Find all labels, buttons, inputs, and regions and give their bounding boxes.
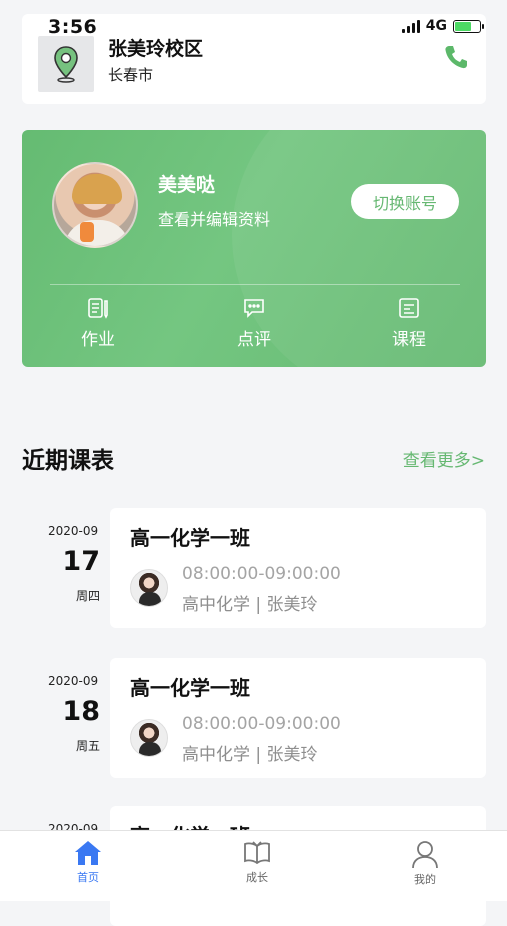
book-icon <box>244 841 270 865</box>
status-indicators: 4G <box>401 18 484 34</box>
campus-city: 长春市 <box>108 66 154 84</box>
quick-link-comment[interactable]: 点评 <box>209 296 299 350</box>
schedule-day: 17 <box>62 546 100 577</box>
map-pin-icon <box>38 36 94 92</box>
course-time: 08:00:00-09:00:00 <box>182 564 341 584</box>
battery-icon <box>453 19 484 33</box>
signal-icon <box>401 19 420 33</box>
network-type: 4G <box>425 18 447 34</box>
tab-mine[interactable]: 我的 <box>385 839 465 887</box>
homework-icon <box>88 298 108 319</box>
divider <box>50 284 460 285</box>
schedule-weekday: 周五 <box>75 739 100 753</box>
tab-label: 我的 <box>414 873 436 886</box>
course-name: 高一化学一班 <box>130 526 250 550</box>
tab-growth[interactable]: 成长 <box>217 839 297 885</box>
switch-account-button[interactable]: 切换账号 <box>351 184 459 219</box>
course-time: 08:00:00-09:00:00 <box>182 714 341 734</box>
edit-profile-link[interactable]: 查看并编辑资料 <box>158 206 270 230</box>
quick-link-label: 点评 <box>237 330 271 350</box>
status-bar: 3:56 4G <box>0 0 507 40</box>
course-info: 高中化学 | 张美玲 <box>182 595 318 615</box>
home-icon <box>75 841 101 865</box>
quick-link-label: 作业 <box>81 330 115 350</box>
schedule-item[interactable]: 2020-09 17 周四 高一化学一班 08:00:00-09:00:00 高… <box>0 508 507 628</box>
tab-label: 首页 <box>77 871 99 884</box>
schedule-item[interactable]: 2020-09 18 周五 高一化学一班 08:00:00-09:00:00 高… <box>0 658 507 778</box>
schedule-day: 18 <box>62 696 100 727</box>
quick-link-label: 课程 <box>392 330 426 350</box>
schedule-title: 近期课表 <box>22 448 114 474</box>
schedule-weekday: 周四 <box>75 589 100 603</box>
avatar[interactable] <box>52 162 138 248</box>
status-time: 3:56 <box>48 16 98 38</box>
course-info: 高中化学 | 张美玲 <box>182 745 318 765</box>
user-icon <box>412 841 438 869</box>
schedule-year-month: 2020-09 <box>48 674 99 688</box>
tab-home[interactable]: 首页 <box>48 839 128 885</box>
user-name: 美美哒 <box>158 174 216 196</box>
quick-link-course[interactable]: 课程 <box>364 296 454 350</box>
comment-icon <box>244 299 264 318</box>
schedule-card[interactable]: 高一化学一班 08:00:00-09:00:00 高中化学 | 张美玲 <box>110 658 486 778</box>
quick-link-homework[interactable]: 作业 <box>53 296 143 350</box>
tab-bar: 首页 成长 我的 <box>0 830 507 901</box>
course-name: 高一化学一班 <box>130 676 250 700</box>
course-icon <box>399 298 419 318</box>
profile-card: 美美哒 查看并编辑资料 切换账号 作业 点评 课程 <box>22 130 486 367</box>
phone-icon[interactable] <box>444 44 468 74</box>
view-more-link[interactable]: 查看更多> <box>403 446 485 471</box>
schedule-card[interactable]: 高一化学一班 08:00:00-09:00:00 高中化学 | 张美玲 <box>110 508 486 628</box>
teacher-avatar <box>130 569 168 607</box>
tab-label: 成长 <box>246 871 268 884</box>
schedule-year-month: 2020-09 <box>48 524 99 538</box>
teacher-avatar <box>130 719 168 757</box>
